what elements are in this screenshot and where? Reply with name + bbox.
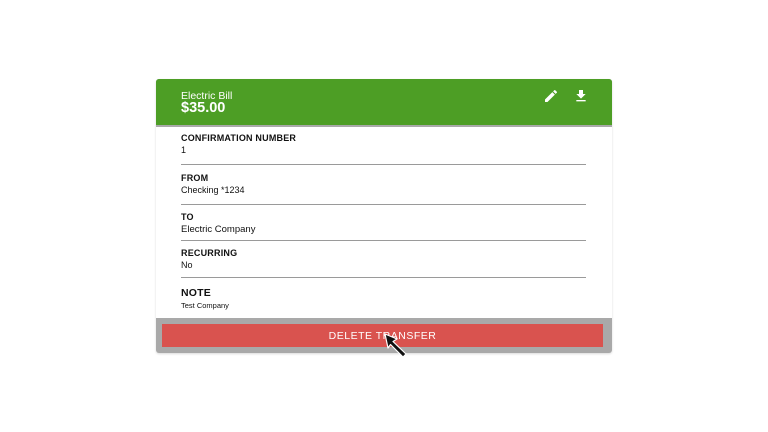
divider	[181, 204, 586, 205]
transfer-amount: $35.00	[181, 100, 226, 116]
confirmation-row: CONFIRMATION NUMBER 1	[181, 133, 586, 155]
recurring-row: RECURRING No	[181, 248, 586, 270]
pencil-icon[interactable]	[543, 88, 559, 104]
from-row: FROM Checking *1234	[181, 173, 586, 195]
note-value: Test Company	[181, 301, 229, 310]
transfer-detail-card: Electric Bill $35.00 CONFIRMATION NUMBER…	[156, 79, 612, 353]
card-header: Electric Bill $35.00	[156, 79, 612, 125]
recurring-label: RECURRING	[181, 248, 238, 258]
from-value: Checking *1234	[181, 185, 245, 195]
card-body: CONFIRMATION NUMBER 1 FROM Checking *123…	[156, 127, 612, 318]
divider	[181, 164, 586, 165]
mouse-pointer-icon	[383, 332, 409, 358]
to-value: Electric Company	[181, 224, 256, 235]
recurring-value: No	[181, 260, 193, 270]
download-icon[interactable]	[573, 88, 589, 104]
from-label: FROM	[181, 173, 209, 183]
note-row: NOTE Test Company	[181, 287, 586, 310]
to-label: TO	[181, 212, 194, 222]
to-row: TO Electric Company	[181, 212, 586, 235]
confirmation-label: CONFIRMATION NUMBER	[181, 133, 297, 143]
divider	[181, 240, 586, 241]
note-label: NOTE	[181, 287, 211, 299]
divider	[181, 277, 586, 278]
confirmation-value: 1	[181, 145, 187, 155]
